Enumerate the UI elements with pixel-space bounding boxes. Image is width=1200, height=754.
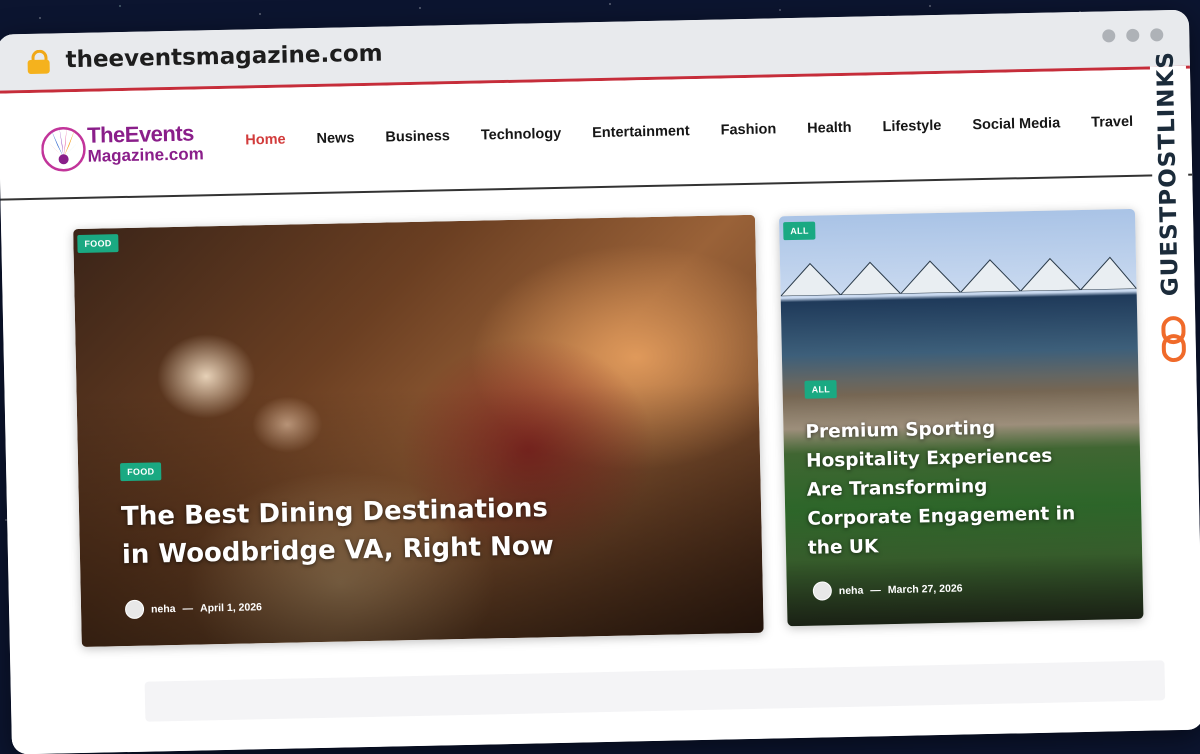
post-title[interactable]: The Best Dining Destinations in Woodbrid… bbox=[121, 489, 582, 575]
author-avatar[interactable] bbox=[812, 581, 833, 601]
nav-item-entertainment[interactable]: Entertainment bbox=[592, 123, 690, 141]
author-avatar[interactable] bbox=[124, 599, 145, 620]
site-logo[interactable]: TheEvents Magazine.com bbox=[41, 112, 212, 178]
window-dot-icon[interactable] bbox=[1150, 28, 1164, 42]
nav-item-lifestyle[interactable]: Lifestyle bbox=[882, 118, 941, 135]
watermark-text: GUESTPOSTLINKS bbox=[1152, 50, 1184, 297]
author-name[interactable]: neha bbox=[839, 584, 864, 597]
meta-separator: — bbox=[182, 602, 194, 615]
url-text[interactable]: theeventsmagazine.com bbox=[65, 41, 383, 74]
nav-item-business[interactable]: Business bbox=[385, 128, 450, 145]
post-title[interactable]: Premium Sporting Hospitality Experiences… bbox=[805, 412, 1088, 563]
nav-item-travel[interactable]: Travel bbox=[1091, 114, 1133, 131]
window-controls bbox=[1102, 28, 1164, 43]
nav-item-health[interactable]: Health bbox=[807, 120, 852, 137]
post-meta: neha — April 1, 2026 bbox=[124, 597, 263, 620]
post-date: March 27, 2026 bbox=[887, 582, 963, 596]
lock-icon bbox=[27, 49, 50, 75]
link-chain-icon bbox=[1161, 316, 1186, 363]
logo-line-2: Magazine.com bbox=[87, 144, 204, 166]
category-badge-top[interactable]: ALL bbox=[783, 221, 816, 241]
category-badge[interactable]: ALL bbox=[804, 380, 838, 399]
category-badge-top[interactable]: FOOD bbox=[77, 234, 119, 254]
browser-window: theeventsmagazine.com TheEvents Magazine… bbox=[0, 9, 1200, 754]
author-name[interactable]: neha bbox=[151, 603, 176, 616]
nav-item-news[interactable]: News bbox=[316, 130, 354, 147]
peacock-logo-icon bbox=[41, 125, 86, 172]
image-overlay bbox=[73, 214, 764, 647]
nav-item-home[interactable]: Home bbox=[245, 132, 286, 149]
post-date: April 1, 2026 bbox=[199, 600, 263, 615]
window-dot-icon[interactable] bbox=[1126, 28, 1140, 42]
category-badge[interactable]: FOOD bbox=[120, 462, 162, 482]
featured-section: FOOD FOOD The Best Dining Destinations i… bbox=[0, 176, 1200, 754]
guestpostlinks-watermark: GUESTPOSTLINKS bbox=[1149, 51, 1193, 367]
nav-item-fashion[interactable]: Fashion bbox=[720, 121, 776, 138]
nav-item-social-media[interactable]: Social Media bbox=[972, 115, 1060, 133]
page-viewport: TheEvents Magazine.com Home News Busines… bbox=[0, 68, 1200, 754]
post-meta: neha — March 27, 2026 bbox=[812, 579, 963, 601]
window-dot-icon[interactable] bbox=[1102, 29, 1116, 43]
featured-post-card[interactable]: FOOD FOOD The Best Dining Destinations i… bbox=[73, 214, 764, 647]
secondary-post-card[interactable]: ALL ALL Premium Sporting Hospitality Exp… bbox=[778, 208, 1144, 627]
meta-separator: — bbox=[870, 583, 881, 596]
nav-item-technology[interactable]: Technology bbox=[481, 126, 562, 144]
main-nav: Home News Business Technology Entertainm… bbox=[245, 114, 1133, 149]
